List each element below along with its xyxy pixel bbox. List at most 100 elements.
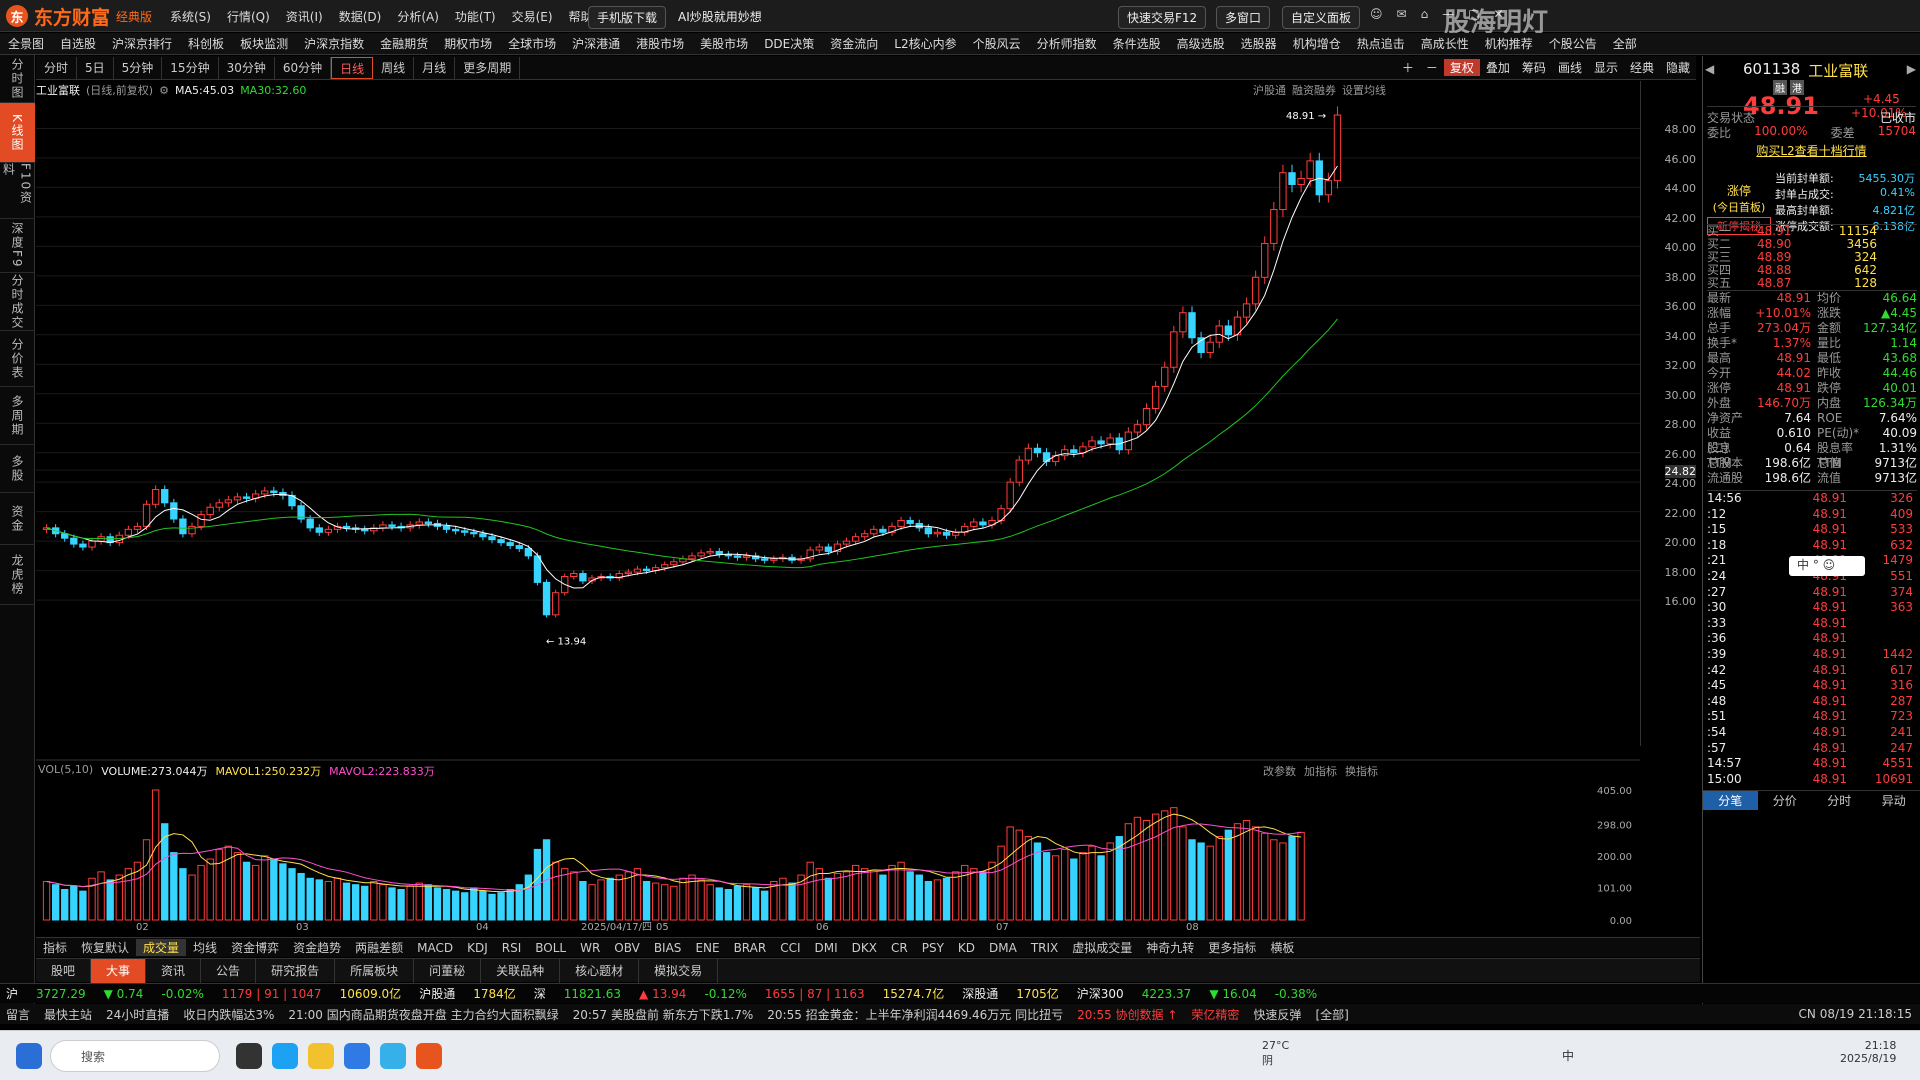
view-tab[interactable]: K线图 xyxy=(0,103,35,163)
nav-item[interactable]: 选股器 xyxy=(1233,35,1285,52)
bid-row[interactable]: 买三 48.89 324 xyxy=(1707,251,1917,264)
news-item[interactable]: 20:55 协创数据 ↑ xyxy=(1077,1006,1177,1023)
nav-item[interactable]: 条件选股 xyxy=(1105,35,1169,52)
indicator-tab[interactable]: 神奇九转 xyxy=(1139,939,1201,956)
nav-item[interactable]: 全部 xyxy=(1605,35,1645,52)
news-tab[interactable]: 所属板块 xyxy=(335,958,415,983)
indicator-tab[interactable]: CCI xyxy=(773,941,807,955)
menu-function[interactable]: 功能(T) xyxy=(455,8,496,25)
period-tab[interactable]: 15分钟 xyxy=(162,56,219,79)
news-tab[interactable]: 资讯 xyxy=(146,958,202,983)
period-tab[interactable]: 日线 xyxy=(331,56,374,79)
next-stock-icon[interactable]: ▶ xyxy=(1907,62,1916,76)
nav-item[interactable]: 个股风云 xyxy=(965,35,1029,52)
nav-item[interactable]: DDE决策 xyxy=(756,35,822,52)
nav-item[interactable]: 沪深京排行 xyxy=(104,35,180,52)
app-icon[interactable] xyxy=(344,1043,370,1069)
bid-row[interactable]: 买四 48.88 642 xyxy=(1707,264,1917,277)
period-tab[interactable]: 5分钟 xyxy=(114,56,163,79)
news-item[interactable]: 20:55 招金黄金：上半年净利润4469.46万元 同比扭亏 xyxy=(767,1006,1063,1023)
news-item[interactable]: 荣亿精密 xyxy=(1191,1006,1239,1023)
sh-index[interactable]: 3727.29 xyxy=(36,987,86,1001)
menu-info[interactable]: 资讯(I) xyxy=(286,8,323,25)
news-tab[interactable]: 股吧 xyxy=(36,958,92,983)
indicator-tab[interactable]: BOLL xyxy=(528,941,573,955)
view-tab[interactable]: 资金 xyxy=(0,493,35,545)
menu-analysis[interactable]: 分析(A) xyxy=(397,8,439,25)
eastmoney-taskbar-icon[interactable] xyxy=(416,1043,442,1069)
l2-link[interactable]: 购买L2查看十档行情 xyxy=(1756,142,1866,159)
news-tab[interactable]: 研究报告 xyxy=(256,958,336,983)
tick-tab[interactable]: 分价 xyxy=(1758,791,1813,810)
zoom-in-icon[interactable]: ＋ xyxy=(1396,59,1420,76)
period-tab[interactable]: 分时 xyxy=(36,56,78,79)
indicator-tab[interactable]: KDJ xyxy=(460,941,495,955)
indicator-tab[interactable]: CR xyxy=(884,941,915,955)
sz-index[interactable]: 11821.63 xyxy=(564,987,621,1001)
view-tab[interactable]: 分时图 xyxy=(0,55,35,103)
nav-item[interactable]: 高级选股 xyxy=(1169,35,1233,52)
tick-tab[interactable]: 分笔 xyxy=(1703,791,1758,810)
taskbar-search[interactable]: 搜索 xyxy=(50,1040,220,1072)
indicator-tab[interactable]: 虚拟成交量 xyxy=(1065,939,1139,956)
news-item[interactable]: 快速反弹 xyxy=(1253,1006,1301,1023)
indicator-tab[interactable]: ENE xyxy=(688,941,726,955)
custom-panel-button[interactable]: 自定义面板 xyxy=(1282,6,1361,29)
prev-stock-icon[interactable]: ◀ xyxy=(1705,62,1714,76)
period-tab[interactable]: 月线 xyxy=(414,56,456,79)
change-params-button[interactable]: 改参数 xyxy=(1263,763,1296,779)
hs300-index[interactable]: 4223.37 xyxy=(1142,987,1192,1001)
indicator-tab[interactable]: 更多指标 xyxy=(1201,939,1263,956)
period-tab[interactable]: 更多周期 xyxy=(455,56,521,79)
home-icon[interactable]: ⌂ xyxy=(1421,7,1429,21)
nav-item[interactable]: 自选股 xyxy=(52,35,104,52)
menu-trade[interactable]: 交易(E) xyxy=(512,8,553,25)
indicator-tab[interactable]: KD xyxy=(951,941,982,955)
view-tab[interactable]: 龙虎榜 xyxy=(0,545,35,605)
nav-item[interactable]: 美股市场 xyxy=(692,35,756,52)
add-indicator-button[interactable]: 加指标 xyxy=(1304,763,1337,779)
bid-row[interactable]: 买五 48.87 128 xyxy=(1707,277,1917,290)
nav-item[interactable]: 机构推荐 xyxy=(1477,35,1541,52)
view-tab[interactable]: 分价表 xyxy=(0,331,35,387)
nav-item[interactable]: 沪深港通 xyxy=(564,35,628,52)
indicator-tab[interactable]: BIAS xyxy=(647,941,689,955)
indicator-tab[interactable]: MACD xyxy=(410,941,460,955)
multi-window-button[interactable]: 多窗口 xyxy=(1216,6,1271,29)
period-tool[interactable]: 筹码 xyxy=(1516,59,1552,76)
menu-system[interactable]: 系统(S) xyxy=(170,8,211,25)
view-tab[interactable]: 分时成交 xyxy=(0,273,35,331)
view-tab[interactable]: 多股 xyxy=(0,445,35,493)
period-tool[interactable]: 显示 xyxy=(1588,59,1624,76)
indicator-tab[interactable]: RSI xyxy=(495,941,529,955)
nav-item[interactable]: 资金流向 xyxy=(822,35,886,52)
period-tool[interactable]: 复权 xyxy=(1443,59,1480,76)
tick-tab[interactable]: 异动 xyxy=(1867,791,1920,810)
indicator-tab[interactable]: 资金趋势 xyxy=(286,939,348,956)
nav-item[interactable]: 期权市场 xyxy=(436,35,500,52)
news-tab[interactable]: 核心题材 xyxy=(560,958,640,983)
period-tab[interactable]: 30分钟 xyxy=(219,56,275,79)
indicator-tab[interactable]: 指标 xyxy=(36,939,74,956)
news-tab[interactable]: 公告 xyxy=(201,958,257,983)
news-tab[interactable]: 大事 xyxy=(91,958,147,983)
nav-item[interactable]: L2核心内参 xyxy=(886,35,964,52)
nav-item[interactable]: 板块监测 xyxy=(232,35,296,52)
nav-item[interactable]: 全球市场 xyxy=(500,35,564,52)
indicator-tab[interactable]: DMA xyxy=(982,941,1024,955)
indicator-tab[interactable]: OBV xyxy=(607,941,647,955)
period-tool[interactable]: 叠加 xyxy=(1480,59,1516,76)
news-tab[interactable]: 问董秘 xyxy=(414,958,482,983)
period-tab[interactable]: 60分钟 xyxy=(275,56,332,79)
period-tool[interactable]: 隐藏 xyxy=(1660,59,1696,76)
view-tab[interactable]: 多周期 xyxy=(0,387,35,445)
indicator-tab[interactable]: 成交量 xyxy=(136,939,187,956)
news-item[interactable]: 收日内跌幅达3% xyxy=(183,1006,274,1023)
mail-icon[interactable]: ✉ xyxy=(1397,7,1407,21)
news-tab[interactable]: 关联品种 xyxy=(481,958,561,983)
period-tab[interactable]: 周线 xyxy=(373,56,415,79)
indicator-tab[interactable]: DMI xyxy=(808,941,845,955)
nav-item[interactable]: 沪深京指数 xyxy=(296,35,372,52)
switch-indicator-button[interactable]: 换指标 xyxy=(1345,763,1378,779)
mobile-download-button[interactable]: 手机版下载 xyxy=(588,6,667,29)
